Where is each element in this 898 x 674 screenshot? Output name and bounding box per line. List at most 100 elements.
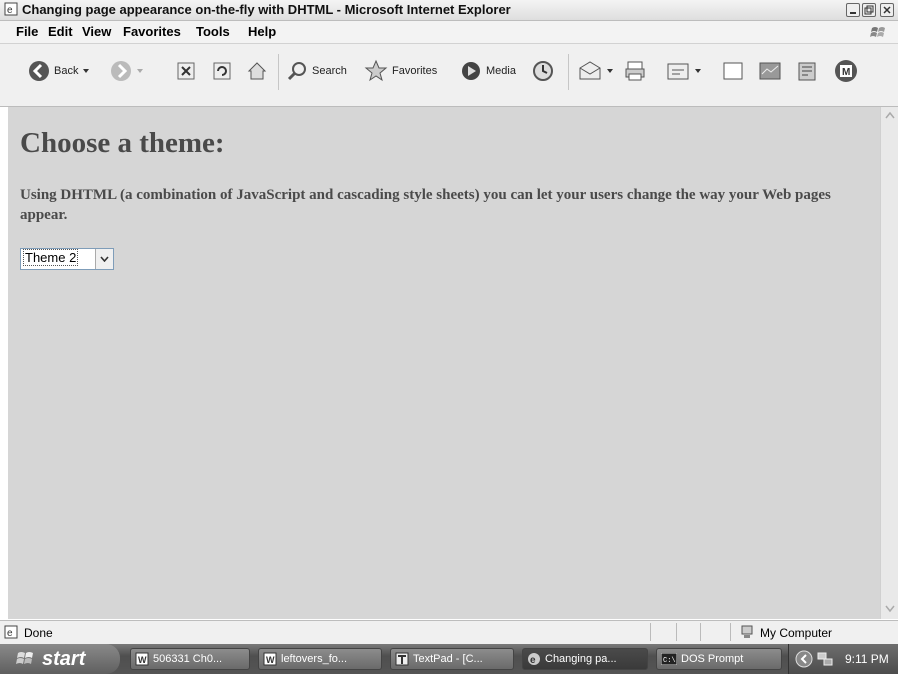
close-icon (883, 6, 891, 14)
restore-button[interactable] (862, 3, 876, 17)
research-icon (798, 62, 816, 81)
word-doc-icon: W (263, 652, 277, 666)
menu-favorites[interactable]: Favorites (123, 24, 181, 39)
svg-text:W: W (138, 655, 147, 665)
taskbar-item-word-2[interactable]: W leftovers_fo... (258, 648, 382, 670)
media-label: Media (486, 65, 516, 77)
ie-icon: e (528, 653, 540, 666)
menu-file[interactable]: File (16, 24, 38, 39)
page-status-icon: e (4, 625, 18, 639)
toolbar-separator (568, 54, 569, 90)
vertical-scrollbar[interactable] (880, 107, 898, 619)
menu-view[interactable]: View (82, 24, 111, 39)
media-button[interactable]: Media (460, 57, 516, 85)
svg-text:C:\: C:\ (663, 657, 676, 665)
taskbar-item-label: leftovers_fo... (281, 653, 348, 665)
svg-text:e: e (7, 5, 13, 16)
research-button[interactable] (796, 57, 818, 85)
taskbar-item-textpad[interactable]: TextPad - [C... (390, 648, 514, 670)
dos-prompt-icon: C:\ (661, 653, 677, 665)
svg-text:M: M (842, 67, 850, 78)
home-button[interactable] (246, 57, 268, 85)
edit-dropdown-icon (695, 69, 701, 73)
taskbar-item-word-1[interactable]: W 506331 Ch0... (130, 648, 250, 670)
minimize-button[interactable] (846, 3, 860, 17)
discuss-button[interactable] (722, 57, 744, 85)
security-zone: My Computer (760, 626, 833, 640)
menu-bar: File Edit View Favorites Tools Help (0, 21, 898, 44)
refresh-button[interactable] (212, 57, 232, 85)
search-button[interactable]: Search (286, 57, 347, 85)
favorites-button[interactable]: Favorites (364, 57, 437, 85)
forward-dropdown-icon (137, 69, 143, 73)
scroll-down-icon[interactable] (885, 605, 895, 613)
page-description: Using DHTML (a combination of JavaScript… (20, 187, 831, 223)
home-icon (247, 62, 267, 80)
stop-icon (177, 62, 195, 80)
my-computer-icon (741, 625, 753, 638)
menu-help[interactable]: Help (248, 24, 276, 39)
svg-text:e: e (530, 655, 536, 666)
taskbar-item-ie[interactable]: e Changing pa... (522, 648, 648, 670)
search-icon (287, 62, 306, 81)
history-icon (533, 61, 553, 81)
clock[interactable]: 9:11 PM (845, 652, 889, 666)
discuss-icon (723, 62, 743, 80)
scroll-up-icon[interactable] (885, 111, 895, 119)
page-heading: Choose a theme: (20, 127, 225, 159)
status-divider (650, 623, 651, 641)
status-text: Done (24, 626, 53, 640)
taskbar-item-label: TextPad - [C... (413, 653, 483, 665)
toolbar-separator (278, 54, 279, 90)
standard-toolbar: Back Search Favorites Media M (0, 44, 898, 107)
history-button[interactable] (532, 57, 554, 85)
menu-tools[interactable]: Tools (196, 24, 230, 39)
back-dropdown-icon[interactable] (82, 67, 90, 75)
taskbar-item-dos[interactable]: C:\ DOS Prompt (656, 648, 782, 670)
status-divider (730, 623, 731, 641)
network-icon[interactable] (817, 651, 833, 667)
page-content: Choose a theme: Using DHTML (a combinati… (8, 107, 880, 619)
taskbar-item-label: 506331 Ch0... (153, 653, 223, 665)
close-button[interactable] (880, 3, 894, 17)
windows-logo-icon (16, 652, 33, 664)
taskbar-item-label: DOS Prompt (681, 653, 744, 665)
status-bar: e Done My Computer (0, 620, 898, 644)
taskbar-item-label: Changing pa... (545, 653, 617, 665)
favorites-star-icon (364, 59, 388, 82)
print-button[interactable] (624, 57, 646, 85)
back-button[interactable]: Back (28, 57, 90, 85)
system-tray: 9:11 PM (788, 644, 898, 674)
theme-dropdown-button[interactable] (95, 249, 113, 269)
status-divider (676, 623, 677, 641)
mail-button[interactable] (578, 57, 614, 85)
print-icon (625, 61, 645, 81)
addon-m-icon: M (835, 60, 857, 82)
start-button[interactable]: start (0, 644, 120, 674)
ie-page-icon: e (4, 2, 18, 16)
windows-flag-icon (870, 27, 885, 37)
stop-button[interactable] (176, 57, 196, 85)
mail-icon (579, 61, 601, 80)
theme-select[interactable]: Theme 2 (20, 248, 114, 270)
restore-icon (864, 5, 874, 15)
favorites-label: Favorites (392, 65, 438, 77)
back-label: Back (54, 65, 79, 77)
media-icon (462, 62, 480, 80)
title-bar[interactable]: e Changing page appearance on-the-fly wi… (0, 0, 898, 21)
window-title: Changing page appearance on-the-fly with… (22, 2, 511, 17)
back-arrow-icon (29, 61, 49, 81)
addon-button[interactable]: M (834, 57, 858, 85)
show-hidden-icons-icon[interactable] (795, 650, 813, 668)
word-doc-icon: W (135, 652, 149, 666)
start-label: start (42, 647, 86, 670)
taskbar: start W 506331 Ch0... W leftovers_fo... … (0, 644, 898, 674)
forward-button[interactable] (110, 57, 144, 85)
menu-edit[interactable]: Edit (48, 24, 73, 39)
edit-button[interactable] (666, 57, 702, 85)
messenger-icon (759, 62, 781, 80)
minimize-icon (850, 12, 856, 14)
chevron-down-icon (100, 256, 109, 262)
forward-arrow-icon (111, 61, 131, 81)
messenger-button[interactable] (758, 57, 782, 85)
